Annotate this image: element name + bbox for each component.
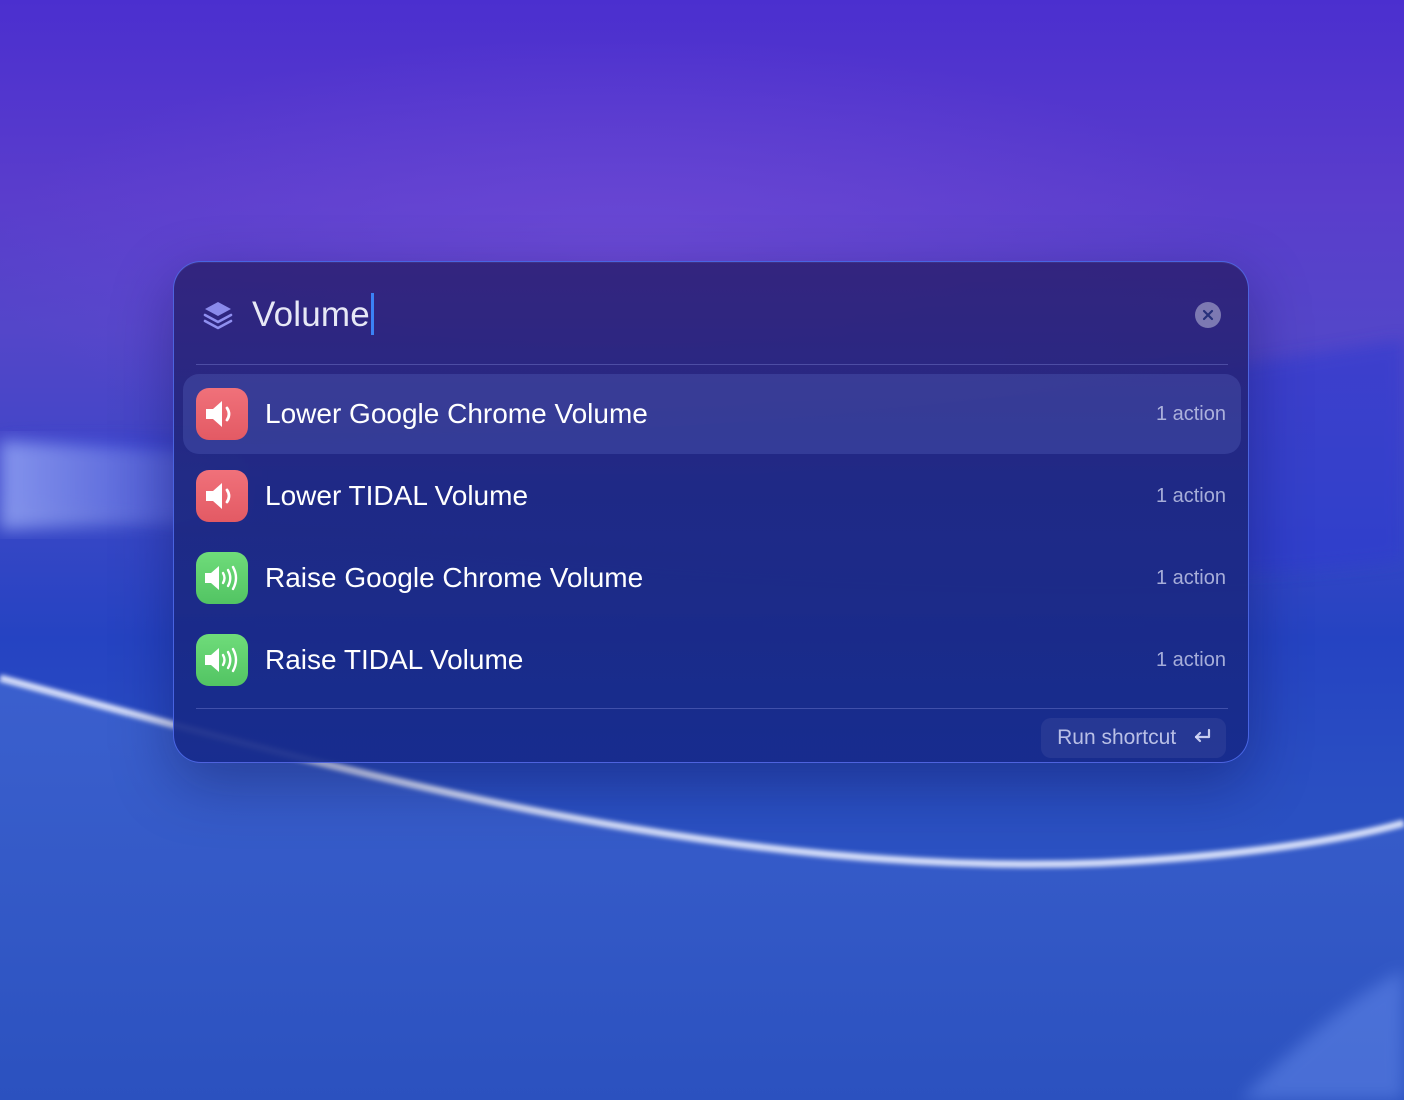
shortcuts-layers-icon: [203, 302, 233, 330]
result-action-count: 1 action: [1155, 567, 1226, 589]
speaker-low-icon: [196, 388, 248, 440]
result-action-count: 1 action: [1155, 403, 1226, 425]
clear-search-button[interactable]: [1195, 302, 1221, 328]
result-item-lower-tidal-volume[interactable]: Lower TIDAL Volume 1 action: [183, 456, 1241, 536]
result-item-raise-chrome-volume[interactable]: Raise Google Chrome Volume 1 action: [183, 538, 1241, 618]
speaker-high-icon: [196, 634, 248, 686]
result-item-lower-chrome-volume[interactable]: Lower Google Chrome Volume 1 action: [183, 374, 1241, 454]
result-title: Raise Google Chrome Volume: [265, 562, 644, 593]
run-shortcut-button[interactable]: Run shortcut: [1041, 718, 1226, 758]
result-title: Lower Google Chrome Volume: [265, 398, 648, 429]
desktop-background: Volume Lower Google Chrome Volume 1 acti…: [0, 0, 1404, 1100]
results-list: Lower Google Chrome Volume 1 action Lowe…: [183, 374, 1241, 702]
search-input[interactable]: Volume: [252, 292, 374, 338]
text-caret: [370, 292, 374, 335]
result-title: Lower TIDAL Volume: [265, 480, 529, 511]
result-item-raise-tidal-volume[interactable]: Raise TIDAL Volume 1 action: [183, 620, 1241, 700]
shortcut-search-panel: Volume Lower Google Chrome Volume 1 acti…: [173, 261, 1249, 763]
divider: [196, 708, 1228, 709]
search-input-text: Volume: [252, 295, 370, 334]
close-icon: [1202, 309, 1214, 321]
speaker-high-icon: [196, 552, 248, 604]
speaker-low-icon: [196, 470, 248, 522]
search-bar: Volume: [174, 262, 1248, 366]
run-shortcut-label: Run shortcut: [1057, 726, 1177, 749]
result-title: Raise TIDAL Volume: [265, 644, 524, 675]
result-action-count: 1 action: [1155, 485, 1226, 507]
result-action-count: 1 action: [1155, 649, 1226, 671]
return-key-icon: [1194, 729, 1211, 743]
divider: [196, 364, 1228, 365]
